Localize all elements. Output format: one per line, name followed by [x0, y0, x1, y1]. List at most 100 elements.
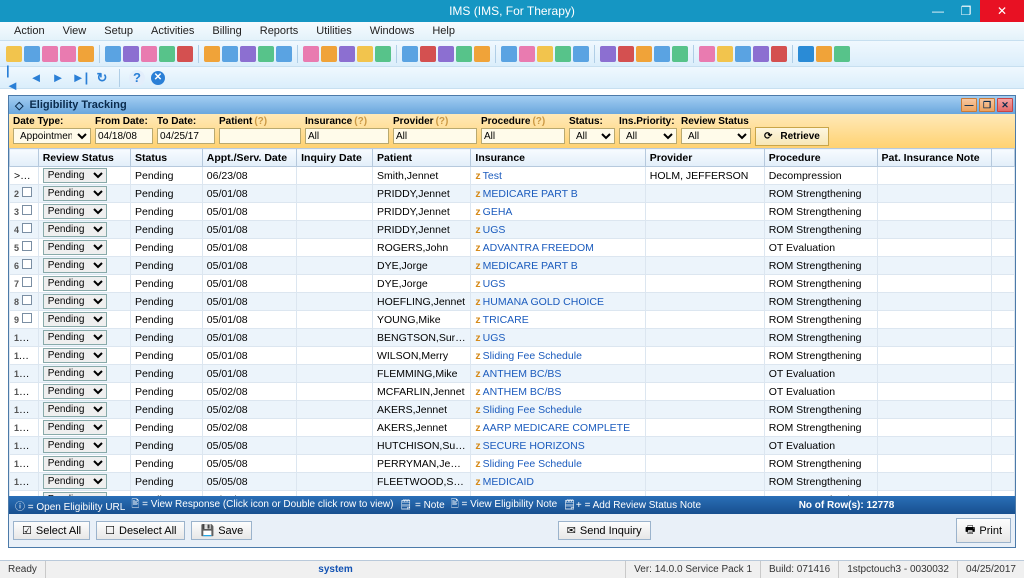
stop-icon[interactable]: ✕ [151, 71, 165, 85]
toolbar-icon[interactable] [141, 46, 157, 62]
help-icon[interactable]: ? [129, 70, 145, 86]
minimize-button[interactable]: — [924, 0, 952, 22]
menu-view[interactable]: View [55, 23, 95, 39]
table-row[interactable]: 8 PendingPending05/01/08HOEFLING,Jennetz… [10, 293, 1015, 311]
from-date-input[interactable] [95, 128, 153, 144]
date-type-select[interactable]: Appointment Da [13, 128, 91, 144]
cell[interactable]: 11 [10, 347, 39, 365]
toolbar-icon[interactable] [123, 46, 139, 62]
print-button[interactable]: 🖶 Print [956, 518, 1011, 543]
toolbar-icon[interactable] [753, 46, 769, 62]
toolbar-icon[interactable] [177, 46, 193, 62]
cell[interactable]: 17 [10, 455, 39, 473]
child-close-button[interactable]: ✕ [997, 98, 1013, 112]
nav-last-icon[interactable]: ►| [72, 70, 88, 86]
toolbar-icon[interactable] [105, 46, 121, 62]
row-checkbox[interactable] [22, 277, 32, 287]
cell[interactable]: 15 [10, 419, 39, 437]
toolbar-icon[interactable] [258, 46, 274, 62]
table-row[interactable]: 9 PendingPending05/01/08YOUNG,MikezTRICA… [10, 311, 1015, 329]
table-row[interactable]: >1 PendingPending06/23/08Smith,JennetzTe… [10, 167, 1015, 185]
child-max-button[interactable]: ❐ [979, 98, 995, 112]
review-status-cell-select[interactable]: Pending [43, 258, 107, 273]
column-header[interactable]: Provider [645, 149, 764, 167]
review-status-cell-select[interactable]: Pending [43, 312, 107, 327]
toolbar-icon[interactable] [816, 46, 832, 62]
review-status-cell-select[interactable]: Pending [43, 330, 107, 345]
column-header[interactable]: Procedure [764, 149, 877, 167]
nav-next-icon[interactable]: ► [50, 70, 66, 86]
menu-billing[interactable]: Billing [204, 23, 249, 39]
table-row[interactable]: 3 PendingPending05/01/08PRIDDY,JennetzGE… [10, 203, 1015, 221]
toolbar-icon[interactable] [276, 46, 292, 62]
grid[interactable]: Review StatusStatusAppt./Serv. DateInqui… [9, 148, 1015, 496]
toolbar-icon[interactable] [6, 46, 22, 62]
toolbar-icon[interactable] [555, 46, 571, 62]
review-status-cell-select[interactable]: Pending [43, 402, 107, 417]
table-row[interactable]: 18 PendingPending05/05/08FLEETWOOD,Surgo… [10, 473, 1015, 491]
send-inquiry-button[interactable]: ✉ Send Inquiry [558, 521, 651, 540]
table-row[interactable]: 5 PendingPending05/01/08ROGERS,JohnzADVA… [10, 239, 1015, 257]
cell[interactable]: Pending [38, 455, 130, 473]
deselect-all-button[interactable]: ☐ Deselect All [96, 521, 185, 540]
insurance-input[interactable] [305, 128, 389, 144]
toolbar-icon[interactable] [60, 46, 76, 62]
table-row[interactable]: 16 PendingPending05/05/08HUTCHISON,Surgo… [10, 437, 1015, 455]
maximize-button[interactable]: ❐ [952, 0, 980, 22]
row-checkbox[interactable] [22, 187, 32, 197]
row-checkbox[interactable] [22, 205, 32, 215]
toolbar-icon[interactable] [204, 46, 220, 62]
cell[interactable]: Pending [38, 257, 130, 275]
nav-prev-icon[interactable]: ◄ [28, 70, 44, 86]
column-header[interactable]: Insurance [471, 149, 645, 167]
cell[interactable]: Pending [38, 185, 130, 203]
toolbar-icon[interactable] [42, 46, 58, 62]
row-checkbox[interactable] [22, 241, 32, 251]
toolbar-icon[interactable] [501, 46, 517, 62]
toolbar-icon[interactable] [303, 46, 319, 62]
cell[interactable]: 12 [10, 365, 39, 383]
review-status-cell-select[interactable]: Pending [43, 276, 107, 291]
table-row[interactable]: 12 PendingPending05/01/08FLEMMING,MikezA… [10, 365, 1015, 383]
cell[interactable]: 10 [10, 329, 39, 347]
toolbar-icon[interactable] [222, 46, 238, 62]
cell[interactable]: Pending [38, 347, 130, 365]
table-row[interactable]: 14 PendingPending05/02/08AKERS,JennetzSl… [10, 401, 1015, 419]
review-status-cell-select[interactable]: Pending [43, 186, 107, 201]
toolbar-icon[interactable] [159, 46, 175, 62]
toolbar-icon[interactable] [573, 46, 589, 62]
to-date-input[interactable] [157, 128, 215, 144]
child-min-button[interactable]: — [961, 98, 977, 112]
review-status-cell-select[interactable]: Pending [43, 366, 107, 381]
cell[interactable]: 2 [10, 185, 39, 203]
column-header[interactable]: Patient [372, 149, 470, 167]
toolbar-icon[interactable] [375, 46, 391, 62]
cell[interactable]: 6 [10, 257, 39, 275]
toolbar-icon[interactable] [24, 46, 40, 62]
cell[interactable]: 4 [10, 221, 39, 239]
table-row[interactable]: 4 PendingPending05/01/08PRIDDY,JennetzUG… [10, 221, 1015, 239]
review-status-cell-select[interactable]: Pending [43, 204, 107, 219]
cell[interactable]: Pending [38, 203, 130, 221]
cell[interactable]: 9 [10, 311, 39, 329]
toolbar-icon[interactable] [798, 46, 814, 62]
review-status-cell-select[interactable]: Pending [43, 474, 107, 489]
toolbar-icon[interactable] [240, 46, 256, 62]
toolbar-icon[interactable] [600, 46, 616, 62]
column-header[interactable]: Inquiry Date [297, 149, 373, 167]
status-select[interactable]: All [569, 128, 615, 144]
cell[interactable]: 14 [10, 401, 39, 419]
cell[interactable]: 8 [10, 293, 39, 311]
toolbar-icon[interactable] [699, 46, 715, 62]
row-checkbox[interactable] [22, 223, 32, 233]
cell[interactable]: Pending [38, 239, 130, 257]
cell[interactable]: Pending [38, 473, 130, 491]
cell[interactable]: 16 [10, 437, 39, 455]
toolbar-icon[interactable] [771, 46, 787, 62]
cell[interactable]: 18 [10, 473, 39, 491]
cell[interactable]: 5 [10, 239, 39, 257]
review-status-cell-select[interactable]: Pending [43, 294, 107, 309]
toolbar-icon[interactable] [438, 46, 454, 62]
table-row[interactable]: 13 PendingPending05/02/08MCFARLIN,Jennet… [10, 383, 1015, 401]
select-all-button[interactable]: ☑ Select All [13, 521, 90, 540]
